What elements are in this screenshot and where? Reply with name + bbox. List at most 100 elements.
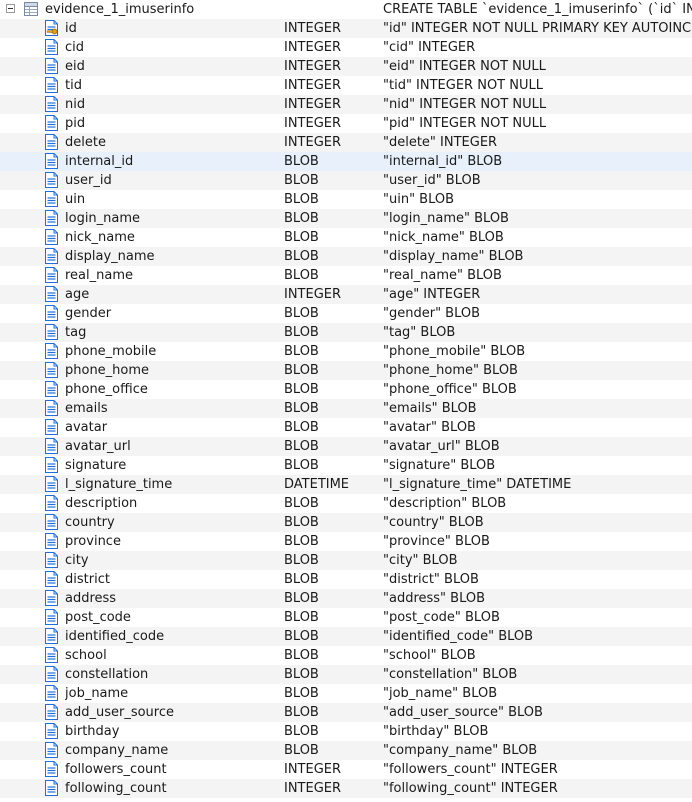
field-type: BLOB [284, 724, 319, 739]
field-row[interactable]: phone_home BLOB "phone_home" BLOB [0, 361, 692, 380]
field-type: BLOB [284, 439, 319, 454]
field-row[interactable]: nid INTEGER "nid" INTEGER NOT NULL [0, 95, 692, 114]
field-icon [45, 457, 58, 473]
field-icon [45, 115, 58, 131]
field-row[interactable]: login_name BLOB "login_name" BLOB [0, 209, 692, 228]
field-icon [45, 134, 58, 150]
field-name: birthday [65, 724, 120, 739]
field-row[interactable]: description BLOB "description" BLOB [0, 494, 692, 513]
field-row[interactable]: tag BLOB "tag" BLOB [0, 323, 692, 342]
field-row[interactable]: emails BLOB "emails" BLOB [0, 399, 692, 418]
field-row[interactable]: company_name BLOB "company_name" BLOB [0, 741, 692, 760]
field-row[interactable]: district BLOB "district" BLOB [0, 570, 692, 589]
field-row[interactable]: age INTEGER "age" INTEGER [0, 285, 692, 304]
field-name: followers_count [65, 762, 167, 777]
field-icon [45, 153, 58, 169]
field-row[interactable]: cid INTEGER "cid" INTEGER [0, 38, 692, 57]
field-name: pid [65, 116, 86, 131]
field-type: BLOB [284, 515, 319, 530]
field-row[interactable]: province BLOB "province" BLOB [0, 532, 692, 551]
field-row[interactable]: school BLOB "school" BLOB [0, 646, 692, 665]
field-type: BLOB [284, 686, 319, 701]
field-row[interactable]: avatar BLOB "avatar" BLOB [0, 418, 692, 437]
field-schema: "add_user_source" BLOB [383, 705, 543, 720]
field-icon [45, 704, 58, 720]
field-row[interactable]: eid INTEGER "eid" INTEGER NOT NULL [0, 57, 692, 76]
field-schema: "identified_code" BLOB [383, 629, 534, 644]
field-name: tid [65, 78, 82, 93]
field-schema: "description" BLOB [383, 496, 507, 511]
collapse-toggle-icon[interactable] [6, 4, 15, 13]
field-type: INTEGER [284, 40, 342, 55]
field-schema: "id" INTEGER NOT NULL PRIMARY KEY AUTOIN… [383, 21, 692, 36]
field-row[interactable]: display_name BLOB "display_name" BLOB [0, 247, 692, 266]
field-name: address [65, 591, 117, 606]
field-schema: "city" BLOB [383, 553, 458, 568]
field-icon [45, 780, 58, 796]
field-type: BLOB [284, 553, 319, 568]
field-type: BLOB [284, 344, 319, 359]
field-type: INTEGER [284, 97, 342, 112]
field-icon [45, 248, 58, 264]
field-name: following_count [65, 781, 167, 796]
field-icon [45, 324, 58, 340]
field-schema: "address" BLOB [383, 591, 486, 606]
field-row[interactable]: id INTEGER "id" INTEGER NOT NULL PRIMARY K… [0, 19, 692, 38]
field-name: signature [65, 458, 127, 473]
field-type: DATETIME [284, 477, 350, 492]
field-icon [45, 552, 58, 568]
field-row[interactable]: country BLOB "country" BLOB [0, 513, 692, 532]
field-name: id [65, 21, 77, 36]
field-schema: "job_name" BLOB [383, 686, 498, 701]
field-schema: "tag" BLOB [383, 325, 456, 340]
field-row[interactable]: avatar_url BLOB "avatar_url" BLOB [0, 437, 692, 456]
field-row[interactable]: job_name BLOB "job_name" BLOB [0, 684, 692, 703]
field-row[interactable]: address BLOB "address" BLOB [0, 589, 692, 608]
field-row[interactable]: signature BLOB "signature" BLOB [0, 456, 692, 475]
field-row[interactable]: phone_mobile BLOB "phone_mobile" BLOB [0, 342, 692, 361]
field-row[interactable]: phone_office BLOB "phone_office" BLOB [0, 380, 692, 399]
field-schema: "display_name" BLOB [383, 249, 524, 264]
field-schema: "emails" BLOB [383, 401, 477, 416]
field-icon [45, 533, 58, 549]
field-icon [45, 685, 58, 701]
field-row[interactable]: delete INTEGER "delete" INTEGER [0, 133, 692, 152]
table-row-evidence-1-imuserinfo[interactable]: evidence_1_imuserinfo CREATE TABLE `evid… [0, 0, 692, 19]
field-type: INTEGER [284, 59, 342, 74]
field-type: BLOB [284, 173, 319, 188]
field-name: phone_mobile [65, 344, 157, 359]
field-schema: "province" BLOB [383, 534, 490, 549]
field-row[interactable]: uin BLOB "uin" BLOB [0, 190, 692, 209]
field-icon [45, 39, 58, 55]
field-row[interactable]: birthday BLOB "birthday" BLOB [0, 722, 692, 741]
field-type: INTEGER [284, 287, 342, 302]
field-name: login_name [65, 211, 141, 226]
field-row[interactable]: city BLOB "city" BLOB [0, 551, 692, 570]
field-name: avatar_url [65, 439, 131, 454]
field-type: BLOB [284, 705, 319, 720]
field-row[interactable]: add_user_source BLOB "add_user_source" BLO… [0, 703, 692, 722]
field-row[interactable]: pid INTEGER "pid" INTEGER NOT NULL [0, 114, 692, 133]
field-row[interactable]: l_signature_time DATETIME "l_signature_tim… [0, 475, 692, 494]
field-row[interactable]: nick_name BLOB "nick_name" BLOB [0, 228, 692, 247]
field-row[interactable]: identified_code BLOB "identified_code" BLO… [0, 627, 692, 646]
field-name: age [65, 287, 90, 302]
field-row[interactable]: tid INTEGER "tid" INTEGER NOT NULL [0, 76, 692, 95]
field-row[interactable]: real_name BLOB "real_name" BLOB [0, 266, 692, 285]
field-name: nid [65, 97, 86, 112]
field-row[interactable]: followers_count INTEGER "followers_count" … [0, 760, 692, 779]
field-name: phone_office [65, 382, 148, 397]
table-name: evidence_1_imuserinfo [45, 2, 195, 17]
field-icon [45, 58, 58, 74]
field-row[interactable]: constellation BLOB "constellation" BLOB [0, 665, 692, 684]
field-row[interactable]: gender BLOB "gender" BLOB [0, 304, 692, 323]
field-icon [45, 571, 58, 587]
field-row[interactable]: internal_id BLOB "internal_id" BLOB [0, 152, 692, 171]
field-row[interactable]: user_id BLOB "user_id" BLOB [0, 171, 692, 190]
field-schema: "cid" INTEGER [383, 40, 476, 55]
field-icon [45, 476, 58, 492]
field-icon [45, 77, 58, 93]
field-row[interactable]: following_count INTEGER "following_count" … [0, 779, 692, 798]
field-row[interactable]: post_code BLOB "post_code" BLOB [0, 608, 692, 627]
field-icon [45, 419, 58, 435]
